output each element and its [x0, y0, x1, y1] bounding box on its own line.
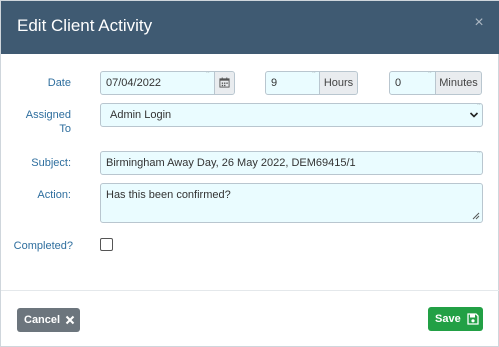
calendar-button[interactable]: [214, 72, 234, 94]
close-icon[interactable]: ×: [472, 15, 486, 31]
subject-label: Subject:: [31, 157, 71, 169]
resize-grip-icon[interactable]: [472, 212, 480, 220]
minutes-input[interactable]: 0 * Minutes: [389, 71, 482, 95]
dialog-header: Edit Client Activity ×: [1, 1, 499, 54]
times-icon: [65, 315, 75, 325]
subject-value: Birmingham Away Day, 26 May 2022, DEM694…: [106, 157, 356, 169]
required-marker: *: [205, 71, 210, 79]
required-marker: *: [476, 151, 481, 159]
required-marker: *: [427, 71, 432, 79]
assigned-to-label-line2: To: [59, 123, 71, 135]
date-label: Date: [47, 77, 71, 89]
required-marker: *: [311, 71, 316, 79]
date-input[interactable]: 07/04/2022 *: [100, 71, 235, 95]
chevron-down-icon: [469, 112, 479, 118]
subject-input[interactable]: Birmingham Away Day, 26 May 2022, DEM694…: [100, 151, 483, 175]
save-label: Save: [435, 313, 461, 325]
assigned-to-label: Assigned To: [1, 108, 71, 136]
action-label: Action:: [37, 189, 71, 201]
edit-client-activity-dialog: Edit Client Activity × Date 07/04/2022 *…: [0, 0, 499, 347]
hours-unit: Hours: [319, 72, 357, 94]
completed-checkbox[interactable]: [100, 238, 113, 251]
floppy-disk-icon: [467, 313, 479, 325]
footer-divider: [1, 290, 499, 291]
dialog-title: Edit Client Activity: [17, 16, 153, 35]
minutes-value: 0: [395, 77, 402, 89]
save-button[interactable]: Save: [428, 307, 483, 331]
completed-label: Completed?: [13, 240, 73, 252]
assigned-to-value: Admin Login: [110, 109, 172, 121]
hours-input[interactable]: 9 * Hours: [265, 71, 358, 95]
assigned-to-label-line1: Assigned: [25, 109, 71, 121]
date-value: 07/04/2022: [106, 77, 162, 89]
cancel-label: Cancel: [24, 314, 61, 326]
action-value: Has this been confirmed?: [106, 189, 231, 201]
action-textarea[interactable]: Has this been confirmed?: [100, 183, 483, 223]
assigned-to-select[interactable]: Admin Login *: [100, 103, 483, 127]
hours-value: 9: [271, 77, 278, 89]
minutes-unit: Minutes: [435, 72, 481, 94]
cancel-button[interactable]: Cancel: [17, 308, 80, 332]
calendar-icon: [219, 77, 230, 88]
